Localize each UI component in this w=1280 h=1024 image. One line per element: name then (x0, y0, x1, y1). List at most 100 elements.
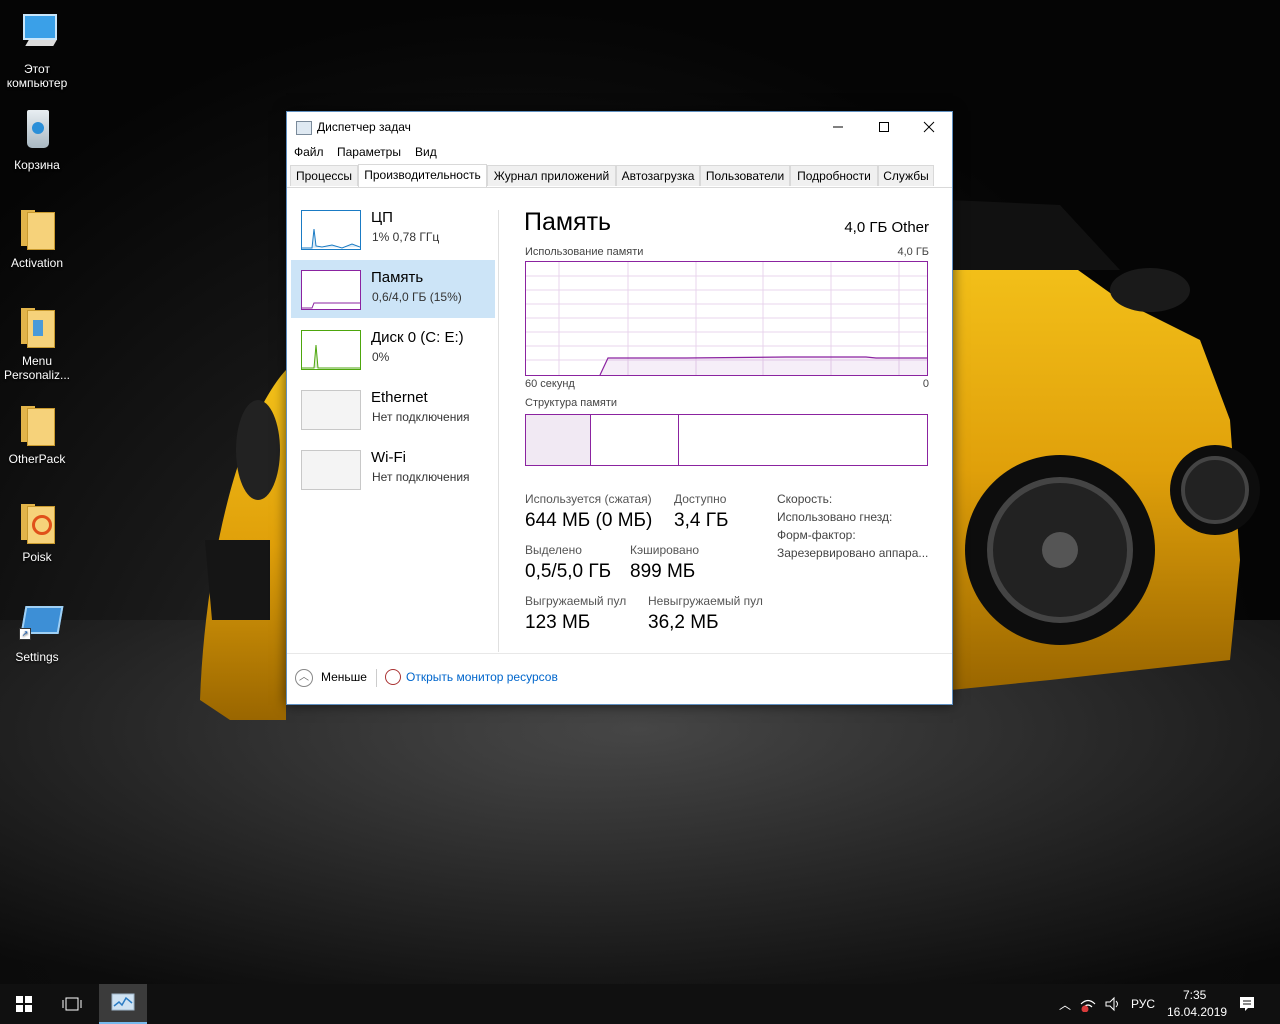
tab-services[interactable]: Службы (878, 165, 934, 186)
settings-shortcut-icon: ↗ (13, 598, 64, 646)
desktop-icon-this-pc[interactable]: Этот компьютер (0, 10, 74, 90)
tab-users[interactable]: Пользователи (700, 165, 790, 186)
desktop-icon-label: OtherPack (8, 452, 66, 466)
tab-details[interactable]: Подробности (790, 165, 878, 186)
memory-sparkline (302, 302, 360, 309)
paged-pool-label: Выгружаемый пул (525, 594, 627, 608)
minimize-button[interactable] (815, 112, 861, 142)
usage-graph-label: Использование памяти (525, 246, 644, 258)
show-hidden-icons-button[interactable]: ︿ (1055, 984, 1075, 1024)
desktop-icon-label: Activation (10, 256, 64, 270)
volume-tray-button[interactable] (1102, 984, 1124, 1024)
fewer-details-button[interactable]: Меньше (321, 670, 367, 684)
folder-icon (13, 302, 61, 350)
desktop-icon-label: Menu (21, 354, 53, 368)
structure-modified-segment (590, 415, 679, 465)
sidebar-item-name: Ethernet (371, 389, 428, 406)
desktop-icon-recycle-bin[interactable]: Корзина (0, 106, 74, 172)
windows-logo-icon (16, 996, 32, 1012)
menu-file[interactable]: Файл (294, 145, 324, 159)
menu-bar: Файл Параметры Вид (287, 142, 952, 162)
desktop-icon-menu-personalization[interactable]: Menu Personaliz... (0, 302, 74, 382)
desktop-icon-poisk[interactable]: Poisk (0, 498, 74, 564)
memory-structure-bar (525, 414, 928, 466)
graph-time-right: 0 (922, 378, 929, 390)
tab-strip: Процессы Производительность Журнал прило… (287, 164, 952, 188)
action-center-button[interactable] (1230, 984, 1264, 1024)
notification-icon (1240, 997, 1254, 1011)
memory-mini-graph (301, 270, 361, 310)
panel-title: Память (524, 208, 612, 236)
form-factor-label: Форм-фактор: (777, 528, 856, 542)
sidebar-item-cpu[interactable]: ЦП 1% 0,78 ГГц (291, 200, 495, 258)
close-button[interactable] (906, 112, 952, 142)
chevron-up-icon[interactable]: ︿ (295, 669, 313, 687)
task-view-button[interactable] (48, 984, 96, 1024)
sidebar-item-ethernet[interactable]: Ethernet Нет подключения (291, 380, 495, 438)
graph-time-left: 60 секунд (525, 378, 575, 390)
desktop-icon-activation[interactable]: Activation (0, 204, 74, 270)
menu-options[interactable]: Параметры (337, 145, 401, 159)
desktop-icon-settings[interactable]: ↗ Settings (0, 598, 74, 664)
cpu-mini-graph (301, 210, 361, 250)
open-resource-monitor-link[interactable]: Открыть монитор ресурсов (406, 670, 558, 684)
folder-icon (13, 204, 61, 252)
maximize-button[interactable] (861, 112, 907, 142)
folder-icon (13, 400, 61, 448)
menu-view[interactable]: Вид (415, 145, 437, 159)
speaker-icon (1105, 996, 1118, 1012)
taskbar: ︿ РУС 7:35 16.04.2019 (0, 984, 1280, 1024)
sidebar-item-wifi[interactable]: Wi-Fi Нет подключения (291, 440, 495, 498)
in-use-value: 644 МБ (0 МБ) (525, 510, 653, 531)
tab-app-history[interactable]: Журнал приложений (487, 165, 616, 186)
recycle-bin-icon (13, 106, 61, 154)
maximize-icon (879, 122, 889, 132)
tab-processes[interactable]: Процессы (290, 165, 358, 186)
slots-used-label: Использовано гнезд: (777, 510, 893, 524)
desktop-icon-label: Корзина (14, 158, 60, 172)
usage-graph-max: 4,0 ГБ (897, 246, 929, 258)
title-bar[interactable]: Диспетчер задач (287, 112, 952, 142)
sidebar-item-name: Диск 0 (C: E:) (371, 329, 464, 346)
memory-usage-plot (526, 262, 927, 375)
start-button[interactable] (0, 984, 48, 1024)
clock-date[interactable]: 16.04.2019 (1167, 1005, 1227, 1019)
tab-performance[interactable]: Производительность (358, 164, 487, 187)
sidebar-item-name: Память (371, 269, 424, 286)
speed-label: Скорость: (777, 492, 833, 506)
cached-label: Кэшировано (630, 543, 700, 557)
window-footer: ︿ Меньше Открыть монитор ресурсов (287, 653, 952, 704)
available-label: Доступно (674, 492, 727, 506)
wifi-mini-graph (301, 450, 361, 490)
task-view-icon (62, 997, 82, 1011)
nonpaged-pool-value: 36,2 МБ (648, 612, 719, 633)
computer-icon (13, 10, 61, 58)
sidebar-item-name: ЦП (371, 209, 393, 226)
network-disconnected-icon (1080, 999, 1096, 1012)
sidebar-item-memory[interactable]: Память 0,6/4,0 ГБ (15%) (291, 260, 495, 318)
tab-startup[interactable]: Автозагрузка (616, 165, 700, 186)
task-manager-window: Диспетчер задач Файл Параметры Вид Проце… (286, 111, 953, 705)
desktop-icon-otherpack[interactable]: OtherPack (0, 400, 74, 466)
sidebar-item-sub: 0% (372, 350, 390, 364)
memory-usage-graph (525, 261, 928, 376)
cached-value: 899 МБ (630, 561, 696, 582)
sidebar-item-sub: 0,6/4,0 ГБ (15%) (372, 290, 462, 304)
structure-in-use-segment (526, 415, 591, 465)
sidebar-item-disk[interactable]: Диск 0 (C: E:) 0% (291, 320, 495, 378)
disk-mini-graph (301, 330, 361, 370)
network-tray-button[interactable] (1078, 984, 1098, 1024)
available-value: 3,4 ГБ (674, 510, 729, 531)
desktop-icon-label: Этот (24, 62, 50, 76)
disk-sparkline (302, 344, 360, 369)
desktop-icon-label: Poisk (22, 550, 52, 564)
sidebar-item-sub: Нет подключения (372, 410, 470, 424)
memory-capacity: 4,0 ГБ Other (844, 219, 929, 236)
sidebar-item-name: Wi-Fi (371, 449, 406, 466)
input-language[interactable]: РУС (1131, 997, 1155, 1011)
paged-pool-value: 123 МБ (525, 612, 591, 633)
taskbar-task-manager[interactable] (99, 984, 147, 1024)
structure-label: Структура памяти (525, 397, 618, 409)
desktop-icon-label: компьютер (6, 76, 68, 90)
clock-time[interactable]: 7:35 (1183, 988, 1206, 1002)
